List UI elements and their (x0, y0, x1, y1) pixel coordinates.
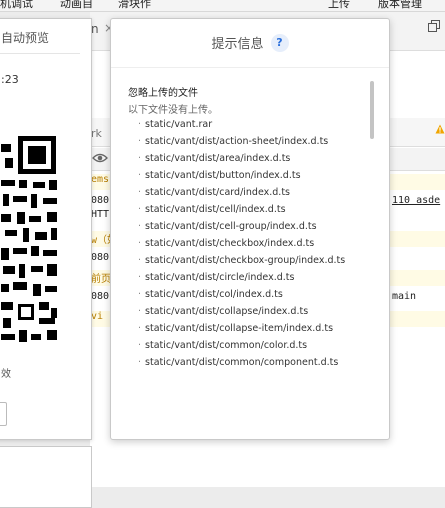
menu-item-slider[interactable]: 滑块作 (118, 0, 151, 11)
preview-time: :23 (1, 73, 19, 86)
list-item: static/vant/dist/checkbox-group/index.d.… (138, 252, 345, 269)
console-row-text: vi (91, 311, 104, 322)
qr-code-image (1, 124, 67, 354)
list-item: static/vant/dist/cell-group/index.d.ts (138, 218, 345, 235)
ignored-files-description: 以下文件没有上传。 (128, 105, 218, 116)
console-row-text: 080 (91, 291, 110, 302)
preview-title: 自动预览 (1, 31, 50, 45)
dialog-scrollbar[interactable] (370, 81, 374, 139)
console-row-text: ems (91, 174, 110, 185)
console-row-right-text: main (392, 291, 417, 302)
list-item: static/vant/dist/card/index.d.ts (138, 184, 345, 201)
menu-item-debug[interactable]: 机调试 (0, 0, 33, 11)
menu-item-upload[interactable]: 上传 (328, 0, 350, 11)
list-item: static/vant/dist/circle/index.d.ts (138, 269, 345, 286)
list-item: static/vant.rar (138, 116, 345, 133)
list-item: static/vant/dist/checkbox/index.d.ts (138, 235, 345, 252)
editor-tab-label[interactable]: n (91, 22, 99, 36)
ignored-file-list: static/vant.rar static/vant/dist/action-… (138, 116, 345, 371)
preview-divider (0, 53, 80, 54)
menu-item-animation[interactable]: 动画自 (60, 0, 93, 11)
list-item: static/vant/dist/common/component.d.ts (138, 354, 345, 371)
preview-panel-secondary (0, 446, 92, 508)
menubar: 机调试 动画自 滑块作 上传 版本管理 (0, 0, 445, 12)
console-row-text: 080 (91, 195, 110, 206)
list-item: static/vant/dist/collapse/index.d.ts (138, 303, 345, 320)
list-item: static/vant/dist/col/index.d.ts (138, 286, 345, 303)
info-dialog: 提示信息 ? 忽略上传的文件 以下文件没有上传。 static/vant.rar… (110, 18, 390, 440)
console-row-text: 前页 (91, 274, 111, 285)
preview-input-box[interactable] (0, 402, 7, 426)
dialog-title: 提示信息 (211, 37, 264, 52)
list-item: static/vant/dist/cell/index.d.ts (138, 201, 345, 218)
menu-item-version[interactable]: 版本管理 (378, 0, 422, 11)
list-item: static/vant/dist/collapse-item/index.d.t… (138, 320, 345, 337)
eye-icon[interactable] (92, 152, 108, 164)
console-toolbar-label[interactable]: rk (91, 127, 102, 140)
list-item: static/vant/dist/area/index.d.ts (138, 150, 345, 167)
console-row-text: HTT (91, 209, 110, 220)
copy-icon[interactable] (428, 20, 440, 32)
console-row-text: 080 (91, 252, 110, 263)
warning-icon (435, 124, 445, 134)
ignored-files-heading: 忽略上传的文件 (128, 88, 198, 99)
list-item: static/vant/dist/action-sheet/index.d.ts (138, 133, 345, 150)
preview-panel: 自动预览 :23 效 (0, 18, 92, 440)
help-icon[interactable]: ? (270, 33, 289, 52)
console-row-source-link[interactable]: 110 asde (392, 195, 440, 206)
list-item: static/vant/dist/button/index.d.ts (138, 167, 345, 184)
list-item: static/vant/dist/common/color.d.ts (138, 337, 345, 354)
dialog-divider (111, 67, 389, 68)
preview-caption: 效 (1, 369, 11, 380)
dialog-header: 提示信息 ? (111, 33, 389, 52)
